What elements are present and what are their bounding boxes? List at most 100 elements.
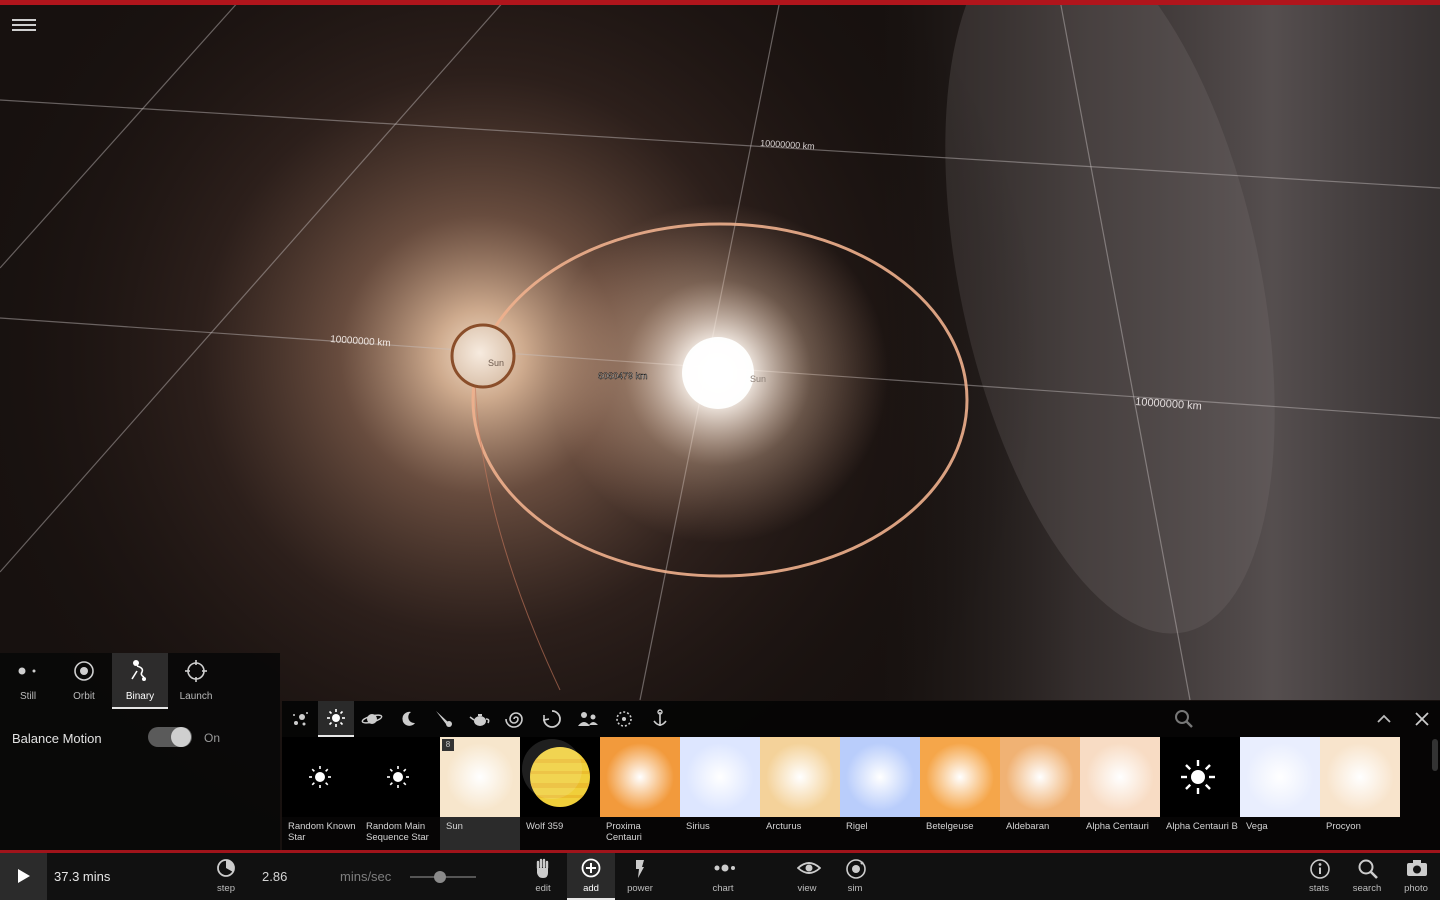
add-object-panel: Random Known Star Random Main Sequence St… [282, 701, 1440, 850]
search-button[interactable]: search [1343, 853, 1391, 900]
object-item[interactable]: Proxima Centauri [600, 737, 680, 850]
mode-label: Launch [179, 691, 213, 702]
category-misc[interactable] [534, 701, 570, 737]
balance-motion-state: On [204, 731, 221, 745]
tool-label: add [583, 883, 599, 894]
object-item[interactable]: Arcturus [760, 737, 840, 850]
star-cluster-icon [293, 712, 308, 726]
search-icon[interactable] [1174, 709, 1194, 729]
object-name: Sirius [686, 821, 710, 832]
category-star-cluster[interactable] [282, 701, 318, 737]
object-thumbnail [1160, 737, 1240, 817]
sim-time: 37.3 mins [54, 869, 111, 884]
mode-launch[interactable]: Launch [168, 653, 224, 709]
object-name: Random Main Sequence Star [366, 821, 429, 843]
object-thumbnail [360, 737, 440, 817]
step-button[interactable]: step [202, 853, 250, 900]
object-name: Alpha Centauri B [1166, 821, 1238, 832]
power-button[interactable]: power [616, 853, 664, 900]
object-item[interactable]: Betelgeuse [920, 737, 1000, 850]
mode-label: Binary [125, 691, 155, 702]
play-button[interactable] [0, 853, 47, 900]
object-name: Aldebaran [1006, 821, 1050, 832]
view-button[interactable]: view [783, 853, 831, 900]
object-item[interactable]: Alpha Centauri B [1160, 737, 1240, 850]
time-rate-value[interactable]: 2.86 [262, 869, 287, 884]
time-rate-unit: mins/sec [340, 869, 392, 884]
play-icon [18, 869, 30, 883]
spiral-galaxy-icon [505, 712, 523, 728]
category-comets[interactable] [426, 701, 462, 737]
tool-label: chart [712, 883, 734, 894]
category-moons[interactable] [390, 701, 426, 737]
photo-button[interactable]: photo [1392, 853, 1440, 900]
object-item[interactable]: Random Main Sequence Star [360, 737, 440, 850]
edit-button[interactable]: edit [519, 853, 567, 900]
mode-binary[interactable]: Binary [112, 653, 168, 709]
sun-glyph-icon [387, 766, 409, 788]
tool-label: edit [535, 883, 551, 894]
category-stars[interactable] [318, 701, 354, 737]
menu-icon[interactable] [12, 16, 36, 36]
category-bar [282, 701, 1440, 737]
power-icon [636, 860, 644, 878]
category-people[interactable] [570, 701, 606, 737]
object-item[interactable]: Alpha Centauri [1080, 737, 1160, 850]
tool-label: view [797, 883, 817, 894]
tool-label: photo [1404, 883, 1428, 894]
object-item[interactable]: Aldebaran [1000, 737, 1080, 850]
add-button[interactable]: add [567, 853, 615, 900]
motion-options-panel: Balance Motion On [0, 709, 280, 850]
tool-label: step [217, 883, 235, 894]
object-item[interactable]: Vega [1240, 737, 1320, 850]
balance-motion-label: Balance Motion [12, 731, 102, 746]
comet-icon [436, 711, 452, 727]
object-name: Alpha Centauri [1086, 821, 1149, 832]
sun-body-secondary[interactable] [682, 337, 754, 409]
sim-icon [846, 859, 866, 879]
stats-button[interactable]: stats [1295, 853, 1343, 900]
launch-icon [185, 660, 207, 682]
object-item[interactable]: Random Known Star [282, 737, 362, 850]
still-icon [18, 667, 36, 675]
time-rate-slider[interactable] [410, 871, 476, 883]
tool-label: sim [847, 883, 863, 894]
object-thumbnail [520, 737, 600, 817]
object-name: Arcturus [766, 821, 802, 832]
object-item[interactable]: Procyon [1320, 737, 1400, 850]
sim-button[interactable]: sim [831, 853, 879, 900]
category-rings[interactable] [606, 701, 642, 737]
slider-thumb[interactable] [433, 871, 446, 883]
object-name: Sun [446, 821, 463, 832]
chevron-up-icon[interactable] [1376, 711, 1392, 727]
object-thumbnail [1240, 737, 1320, 817]
object-name: Vega [1246, 821, 1268, 832]
info-icon [1310, 859, 1330, 879]
add-icon [581, 858, 601, 878]
category-galaxies[interactable] [498, 701, 534, 737]
object-item[interactable]: Rigel [840, 737, 920, 850]
object-item[interactable]: 8 Sun [440, 737, 520, 850]
object-thumbnail [680, 737, 760, 817]
object-item[interactable]: Sirius [680, 737, 760, 850]
mode-still[interactable]: Still [0, 653, 56, 709]
category-teapots[interactable] [462, 701, 498, 737]
close-icon[interactable] [1414, 711, 1430, 727]
category-planets[interactable] [354, 701, 390, 737]
anchor-icon [653, 709, 667, 726]
chart-button[interactable]: chart [699, 853, 747, 900]
object-name: Random Known Star [288, 821, 356, 843]
object-item[interactable]: Wolf 359 [520, 737, 600, 850]
hand-icon [536, 858, 549, 878]
orbit-icon [74, 661, 94, 681]
list-scrollbar[interactable] [1432, 739, 1438, 771]
sun-glyph-icon [309, 766, 331, 788]
object-name: Rigel [846, 821, 868, 832]
object-thumbnail [1320, 737, 1400, 817]
mode-orbit[interactable]: Orbit [56, 653, 112, 709]
category-anchor[interactable] [642, 701, 678, 737]
body-label-1: Sun [488, 358, 504, 368]
object-thumbnail [1080, 737, 1160, 817]
balance-motion-toggle[interactable] [148, 727, 192, 747]
bottom-toolbar: 37.3 mins step 2.86 mins/sec edit add po… [0, 853, 1440, 900]
